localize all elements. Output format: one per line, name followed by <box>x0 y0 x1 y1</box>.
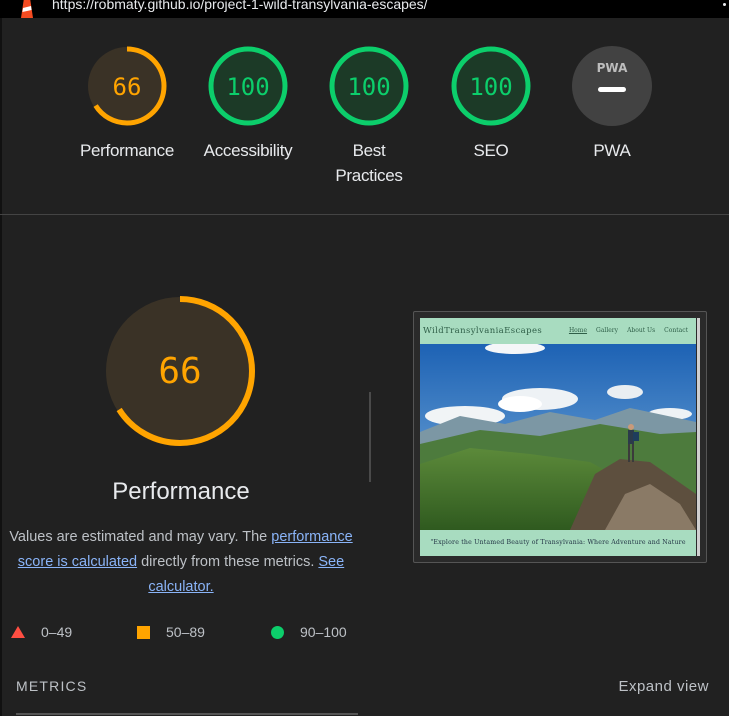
score-seo[interactable]: 100 SEO <box>436 44 546 163</box>
category-title: Performance <box>112 478 250 505</box>
legend-pass: 90–100 <box>271 622 347 642</box>
note-text: directly from these metrics. <box>141 554 315 570</box>
screenshot-link: Gallery <box>596 327 619 334</box>
score-best-practices[interactable]: 100 Best Practices <box>314 44 424 188</box>
expand-view-button[interactable]: Expand view <box>618 678 709 695</box>
svg-text:PWA: PWA <box>597 61 628 75</box>
score-performance[interactable]: 66 Performance <box>72 44 182 163</box>
legend-range: 0–49 <box>41 624 73 640</box>
top-bar: https://robmaty.github.io/project-1-wild… <box>0 0 729 18</box>
screenshot-link: About Us <box>627 327 656 334</box>
screenshot-links: Home Gallery About Us Contact <box>569 327 688 334</box>
screenshot-brand: WildTransylvaniaEscapes <box>423 326 543 336</box>
score-label: Best Practices <box>335 141 403 185</box>
final-screenshot[interactable]: WildTransylvaniaEscapes Home Gallery Abo… <box>413 311 707 563</box>
page-url[interactable]: https://robmaty.github.io/project-1-wild… <box>52 0 428 12</box>
screenshot-navbar: WildTransylvaniaEscapes Home Gallery Abo… <box>420 318 696 344</box>
metrics-underline <box>16 713 358 715</box>
section-divider <box>0 214 729 215</box>
score-label: Performance <box>79 141 175 160</box>
screenshot-page: WildTransylvaniaEscapes Home Gallery Abo… <box>420 318 696 556</box>
screenshot-link: Contact <box>664 327 688 334</box>
score-accessibility[interactable]: 100 Accessibility <box>193 44 303 163</box>
fail-triangle-icon <box>11 626 25 638</box>
score-label: SEO <box>473 141 509 160</box>
svg-text:66: 66 <box>158 351 201 392</box>
average-square-icon <box>137 625 150 639</box>
legend-range: 90–100 <box>300 624 347 640</box>
legend-fail: 0–49 <box>11 622 72 642</box>
accessibility-gauge: 100 <box>208 46 288 126</box>
score-label: PWA <box>593 141 631 160</box>
more-options-icon[interactable] <box>723 0 729 14</box>
score-pwa[interactable]: PWA PWA <box>557 44 667 163</box>
performance-note: Values are estimated and may vary. The p… <box>5 525 357 600</box>
screenshot-hero-image <box>420 344 696 530</box>
seo-gauge: 100 <box>451 46 531 126</box>
svg-text:100: 100 <box>469 73 512 101</box>
screenshot-link: Home <box>568 327 588 334</box>
legend-average: 50–89 <box>137 622 205 642</box>
best-practices-gauge: 100 <box>329 46 409 126</box>
svg-text:100: 100 <box>347 73 390 101</box>
svg-text:100: 100 <box>226 73 269 101</box>
screenshot-scrollbar <box>697 318 700 556</box>
vertical-divider <box>369 392 371 482</box>
performance-main-gauge: 66 <box>105 296 255 446</box>
score-label: Accessibility <box>203 141 293 160</box>
pwa-badge-icon: PWA <box>572 46 652 126</box>
svg-text:66: 66 <box>113 73 142 101</box>
left-edge <box>0 18 2 716</box>
screenshot-caption: "Explore the Untamed Beauty of Transylva… <box>420 530 696 556</box>
metrics-heading: METRICS <box>16 678 88 694</box>
lighthouse-logo-icon <box>21 0 33 18</box>
legend-range: 50–89 <box>166 624 205 640</box>
performance-gauge: 66 <box>87 46 167 126</box>
note-text: Values are estimated and may vary. The <box>9 529 268 545</box>
pass-circle-icon <box>271 625 284 639</box>
